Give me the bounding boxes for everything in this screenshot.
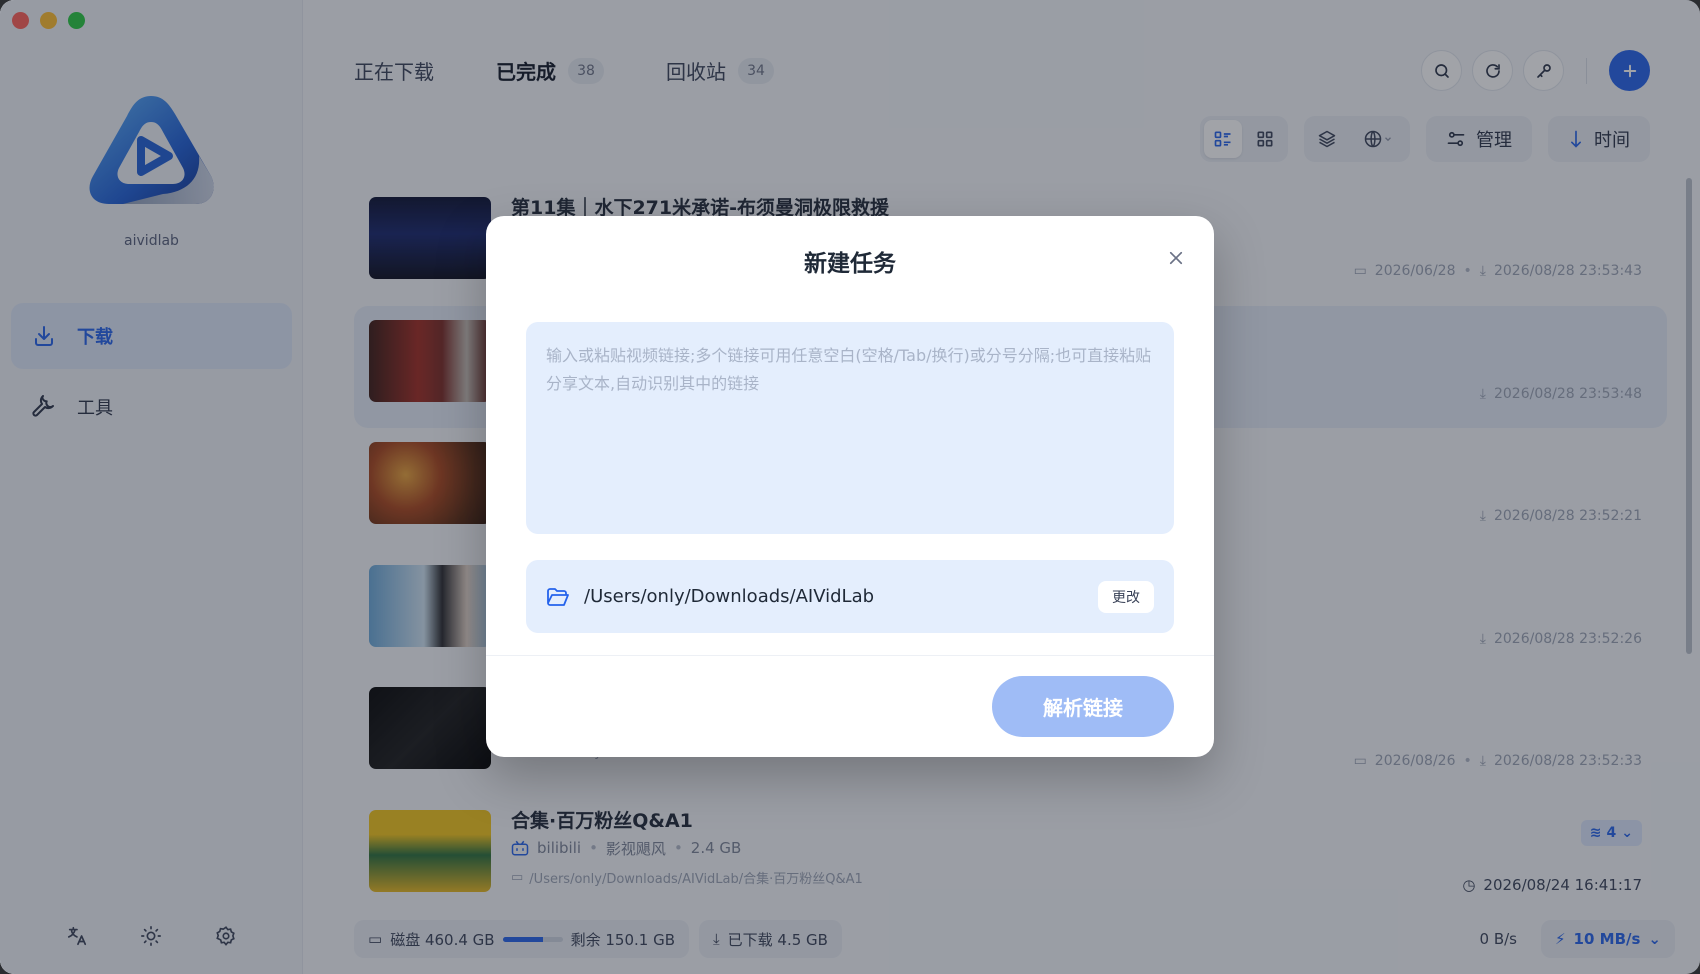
new-task-dialog: 新建任务 /Users/only/Downloads/AIVidLab 更改 解… xyxy=(486,216,1214,757)
folder-open-icon xyxy=(547,587,569,606)
save-path-text: /Users/only/Downloads/AIVidLab xyxy=(584,586,875,607)
parse-link-button[interactable]: 解析链接 xyxy=(992,676,1174,737)
change-path-button[interactable]: 更改 xyxy=(1098,580,1154,613)
dialog-title: 新建任务 xyxy=(804,251,896,277)
divider xyxy=(486,655,1214,656)
dialog-close-button[interactable] xyxy=(1164,246,1188,270)
app-window: aividlab 下载 工具 正在下载 已完成 38 回收站 34 管理 时间 … xyxy=(0,0,1700,974)
save-path-field: /Users/only/Downloads/AIVidLab 更改 xyxy=(526,560,1174,633)
link-input[interactable] xyxy=(526,322,1174,534)
close-icon xyxy=(1169,251,1183,265)
